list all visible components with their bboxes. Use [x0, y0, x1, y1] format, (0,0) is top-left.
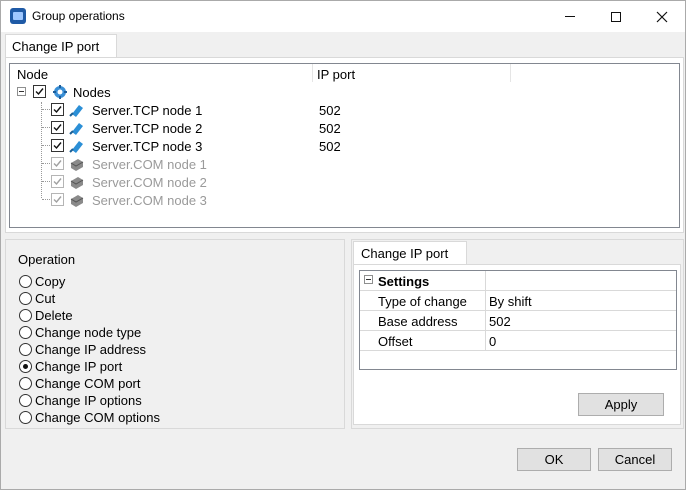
- property-offset[interactable]: Offset 0: [360, 331, 676, 351]
- apply-button[interactable]: Apply: [578, 393, 664, 416]
- tcp-node-icon: [69, 141, 83, 153]
- close-icon: [656, 11, 668, 22]
- com-node-icon: [70, 159, 84, 171]
- tcp-node-icon: [69, 105, 83, 117]
- settings-section-row[interactable]: Settings: [360, 271, 676, 291]
- maximize-button[interactable]: [593, 1, 639, 32]
- item-port: 502: [319, 121, 341, 136]
- operation-panel: Operation Copy Cut Delete Change node ty…: [5, 239, 345, 429]
- tree-item-tcp-node-1[interactable]: Server.TCP node 1 502: [10, 101, 679, 119]
- title-bar[interactable]: Group operations: [1, 1, 685, 32]
- maximize-icon: [611, 11, 621, 22]
- property-name: Offset: [374, 331, 486, 351]
- column-node[interactable]: Node: [17, 67, 48, 82]
- item-checkbox[interactable]: [51, 103, 64, 116]
- collapse-icon[interactable]: [17, 87, 26, 96]
- minimize-icon: [565, 16, 575, 17]
- ok-button[interactable]: OK: [517, 448, 591, 471]
- property-name: Base address: [374, 311, 486, 331]
- com-node-icon: [70, 177, 84, 189]
- item-checkbox: [51, 175, 64, 188]
- item-port: 502: [319, 139, 341, 154]
- tree-item-com-node-3: Server.COM node 3: [10, 191, 679, 209]
- node-tree[interactable]: Node IP port Nodes Server.TCP node 1 502…: [9, 63, 680, 228]
- item-label: Server.TCP node 3: [92, 139, 203, 154]
- item-checkbox: [51, 193, 64, 206]
- tree-header: Node IP port: [10, 64, 679, 84]
- tab-change-ip-port[interactable]: Change IP port: [5, 34, 117, 58]
- operation-group: Operation Copy Cut Delete Change node ty…: [18, 252, 161, 425]
- window-title: Group operations: [32, 9, 125, 23]
- settings-section-label: Settings: [374, 271, 486, 291]
- property-value[interactable]: 0: [486, 331, 676, 351]
- collapse-icon[interactable]: [364, 275, 373, 284]
- property-base-address[interactable]: Base address 502: [360, 311, 676, 331]
- tcp-node-icon: [69, 123, 83, 135]
- property-value[interactable]: By shift: [486, 291, 676, 311]
- item-label: Server.TCP node 2: [92, 121, 203, 136]
- tree-item-tcp-node-2[interactable]: Server.TCP node 2 502: [10, 119, 679, 137]
- settings-panel: Settings Type of change By shift Base ad…: [353, 264, 681, 425]
- column-ip-port[interactable]: IP port: [317, 67, 355, 82]
- property-name: Type of change: [374, 291, 486, 311]
- tree-root-label: Nodes: [73, 85, 111, 100]
- item-label: Server.COM node 2: [92, 175, 207, 190]
- property-type-of-change[interactable]: Type of change By shift: [360, 291, 676, 311]
- cancel-button[interactable]: Cancel: [598, 448, 672, 471]
- item-port: 502: [319, 103, 341, 118]
- item-checkbox: [51, 157, 64, 170]
- operation-legend: Operation: [18, 252, 76, 267]
- tree-panel: Node IP port Nodes Server.TCP node 1 502…: [5, 57, 684, 233]
- tree-item-com-node-1: Server.COM node 1: [10, 155, 679, 173]
- app-icon: [10, 8, 26, 24]
- tree-root[interactable]: Nodes: [10, 83, 679, 101]
- minimize-button[interactable]: [547, 1, 593, 32]
- item-checkbox[interactable]: [51, 121, 64, 134]
- root-checkbox[interactable]: [33, 85, 46, 98]
- tab-change-ip-port-settings[interactable]: Change IP port: [353, 241, 467, 265]
- item-label: Server.COM node 1: [92, 157, 207, 172]
- nodes-icon: [53, 85, 67, 99]
- item-checkbox[interactable]: [51, 139, 64, 152]
- tree-item-tcp-node-3[interactable]: Server.TCP node 3 502: [10, 137, 679, 155]
- close-button[interactable]: [639, 1, 685, 32]
- tree-item-com-node-2: Server.COM node 2: [10, 173, 679, 191]
- property-value[interactable]: 502: [486, 311, 676, 331]
- item-label: Server.COM node 3: [92, 193, 207, 208]
- group-operations-window: Group operations Change IP port Node IP …: [0, 0, 686, 490]
- com-node-icon: [70, 195, 84, 207]
- item-label: Server.TCP node 1: [92, 103, 203, 118]
- property-grid[interactable]: Settings Type of change By shift Base ad…: [359, 270, 677, 370]
